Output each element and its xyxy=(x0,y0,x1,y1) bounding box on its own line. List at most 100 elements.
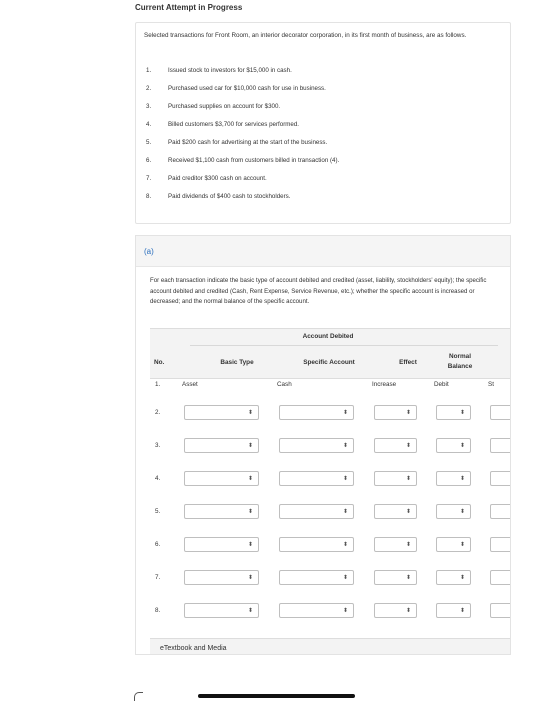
specific-account-select[interactable]: ⬍ xyxy=(279,570,354,585)
specific-account-select[interactable]: ⬍ xyxy=(279,438,354,453)
example-specific-account: Cash xyxy=(277,381,292,388)
part-a-header: (a) xyxy=(136,236,510,267)
etextbook-media-label: eTextbook and Media xyxy=(160,645,227,652)
row-number: 5. xyxy=(155,508,161,515)
specific-account-select[interactable]: ⬍ xyxy=(279,537,354,552)
col-header-basic-type: Basic Type xyxy=(220,359,254,366)
chevron-updown-icon: ⬍ xyxy=(342,476,348,482)
transaction-number: 7. xyxy=(146,175,152,182)
row-number: 8. xyxy=(155,607,161,614)
transaction-number: 3. xyxy=(146,103,152,110)
chevron-updown-icon: ⬍ xyxy=(405,608,411,614)
basic-type-select[interactable]: ⬍ xyxy=(184,471,259,486)
etextbook-media-bar[interactable]: eTextbook and Media xyxy=(150,638,510,654)
cut-off-select[interactable] xyxy=(490,504,510,519)
col-header-effect: Effect xyxy=(399,359,417,366)
chevron-updown-icon: ⬍ xyxy=(405,542,411,548)
example-effect: Increase xyxy=(372,381,397,388)
part-a-card: (a) For each transaction indicate the ba… xyxy=(135,235,511,655)
row-number: 7. xyxy=(155,574,161,581)
normal-balance-select[interactable]: ⬍ xyxy=(436,471,471,486)
cut-off-select[interactable] xyxy=(490,603,510,618)
transaction-text: Received $1,100 cash from customers bill… xyxy=(168,157,340,164)
transaction-text: Purchased used car for $10,000 cash for … xyxy=(168,85,326,92)
normal-balance-select[interactable]: ⬍ xyxy=(436,504,471,519)
effect-select[interactable]: ⬍ xyxy=(374,405,417,420)
transaction-text: Issued stock to investors for $15,000 in… xyxy=(168,67,292,74)
transaction-text: Paid dividends of $400 cash to stockhold… xyxy=(168,193,291,200)
transaction-number: 2. xyxy=(146,85,152,92)
effect-select[interactable]: ⬍ xyxy=(374,537,417,552)
chevron-updown-icon: ⬍ xyxy=(247,542,253,548)
part-label: (a) xyxy=(144,247,154,256)
effect-select[interactable]: ⬍ xyxy=(374,471,417,486)
chevron-updown-icon: ⬍ xyxy=(247,443,253,449)
cut-off-select[interactable] xyxy=(490,537,510,552)
chevron-updown-icon: ⬍ xyxy=(405,410,411,416)
basic-type-select[interactable]: ⬍ xyxy=(184,537,259,552)
normal-balance-select[interactable]: ⬍ xyxy=(436,537,471,552)
chevron-updown-icon: ⬍ xyxy=(342,410,348,416)
chevron-updown-icon: ⬍ xyxy=(459,476,465,482)
chevron-updown-icon: ⬍ xyxy=(405,575,411,581)
chevron-updown-icon: ⬍ xyxy=(405,476,411,482)
effect-select[interactable]: ⬍ xyxy=(374,570,417,585)
cut-off-select[interactable] xyxy=(490,471,510,486)
row-number: 4. xyxy=(155,475,161,482)
transaction-number: 1. xyxy=(146,67,152,74)
chevron-updown-icon: ⬍ xyxy=(342,443,348,449)
row-number: 3. xyxy=(155,442,161,449)
transaction-text: Billed customers $3,700 for services per… xyxy=(168,121,300,128)
group-divider xyxy=(190,345,498,346)
specific-account-select[interactable]: ⬍ xyxy=(279,504,354,519)
transaction-number: 4. xyxy=(146,121,152,128)
group-header-account-debited: Account Debited xyxy=(302,333,354,340)
transaction-text: Purchased supplies on account for $300. xyxy=(168,103,281,110)
cut-off-select[interactable] xyxy=(490,570,510,585)
table-header: Account Debited No. Basic Type Specific … xyxy=(150,328,510,379)
chevron-updown-icon: ⬍ xyxy=(342,575,348,581)
chevron-updown-icon: ⬍ xyxy=(342,509,348,515)
chevron-updown-icon: ⬍ xyxy=(459,575,465,581)
specific-account-select[interactable]: ⬍ xyxy=(279,471,354,486)
specific-account-select[interactable]: ⬍ xyxy=(279,405,354,420)
transaction-number: 6. xyxy=(146,157,152,164)
effect-select[interactable]: ⬍ xyxy=(374,438,417,453)
chevron-updown-icon: ⬍ xyxy=(459,542,465,548)
transaction-text: Paid creditor $300 cash on account. xyxy=(168,175,267,182)
chevron-updown-icon: ⬍ xyxy=(342,542,348,548)
chevron-updown-icon: ⬍ xyxy=(405,509,411,515)
example-basic-type: Asset xyxy=(182,381,198,388)
example-normal-balance: Debit xyxy=(434,381,449,388)
effect-select[interactable]: ⬍ xyxy=(374,603,417,618)
row-number: 6. xyxy=(155,541,161,548)
normal-balance-select[interactable]: ⬍ xyxy=(436,438,471,453)
specific-account-select[interactable]: ⬍ xyxy=(279,603,354,618)
home-indicator[interactable] xyxy=(198,694,355,698)
basic-type-select[interactable]: ⬍ xyxy=(184,438,259,453)
cut-off-select[interactable] xyxy=(490,438,510,453)
normal-balance-select[interactable]: ⬍ xyxy=(436,603,471,618)
basic-type-select[interactable]: ⬍ xyxy=(184,405,259,420)
chevron-updown-icon: ⬍ xyxy=(247,575,253,581)
transaction-number: 5. xyxy=(146,139,152,146)
effect-select[interactable]: ⬍ xyxy=(374,504,417,519)
normal-balance-select[interactable]: ⬍ xyxy=(436,405,471,420)
chevron-updown-icon: ⬍ xyxy=(247,608,253,614)
example-cut-column: St xyxy=(488,381,494,388)
basic-type-select[interactable]: ⬍ xyxy=(184,504,259,519)
col-header-specific-account: Specific Account xyxy=(303,359,355,366)
row-number: 2. xyxy=(155,409,161,416)
basic-type-select[interactable]: ⬍ xyxy=(184,570,259,585)
cut-off-select[interactable] xyxy=(490,405,510,420)
col-header-normal-balance: Normal Balance xyxy=(447,353,473,370)
part-a-instructions: For each transaction indicate the basic … xyxy=(150,277,487,305)
page-title: Current Attempt in Progress xyxy=(135,3,243,12)
transaction-number: 8. xyxy=(146,193,152,200)
col-header-no: No. xyxy=(154,359,165,366)
chevron-updown-icon: ⬍ xyxy=(247,509,253,515)
normal-balance-select[interactable]: ⬍ xyxy=(436,570,471,585)
chevron-updown-icon: ⬍ xyxy=(342,608,348,614)
chevron-updown-icon: ⬍ xyxy=(247,410,253,416)
basic-type-select[interactable]: ⬍ xyxy=(184,603,259,618)
